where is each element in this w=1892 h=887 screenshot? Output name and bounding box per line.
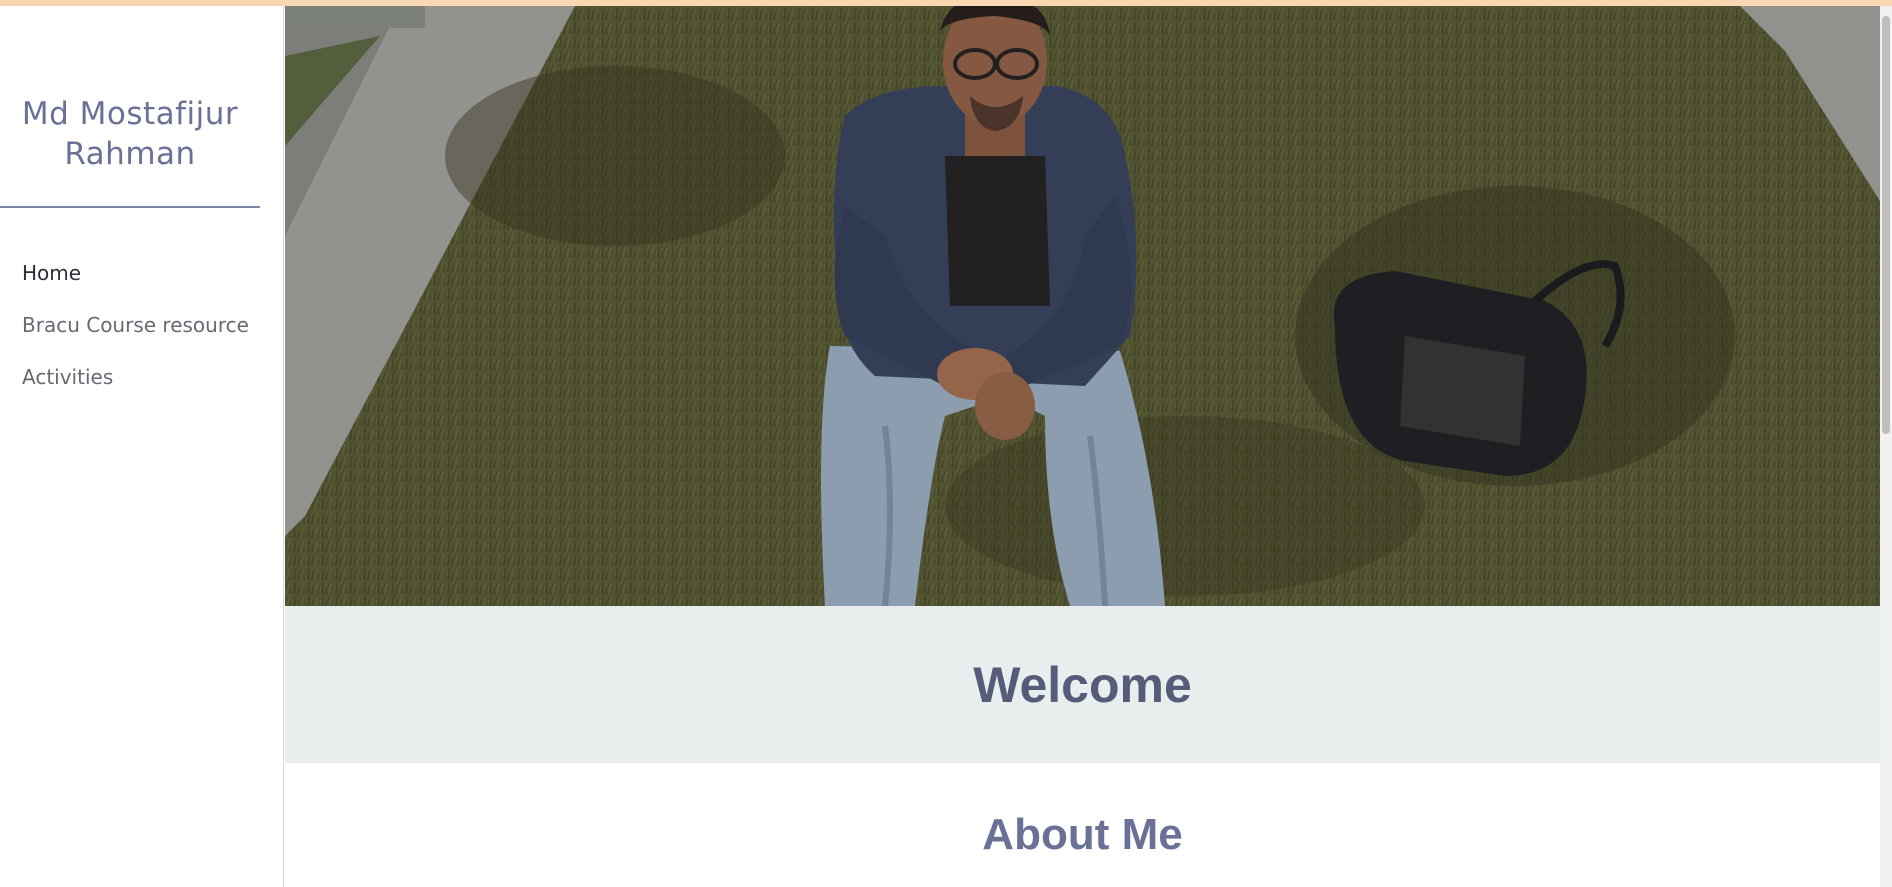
nav-item-home[interactable]: Home <box>22 258 249 310</box>
about-me-heading: About Me <box>982 810 1183 859</box>
nav-item-activities[interactable]: Activities <box>22 362 249 414</box>
scrollbar-thumb[interactable] <box>1882 16 1890 434</box>
page-scrollbar[interactable] <box>1880 6 1892 887</box>
sidebar-nav: Home Bracu Course resource Activities <box>22 258 249 414</box>
nav-item-bracu-course-resource[interactable]: Bracu Course resource <box>22 310 249 362</box>
hero-image <box>285 6 1880 606</box>
site-title: Md Mostafijur Rahman <box>21 96 239 172</box>
hero-photo-illustration <box>285 6 1880 606</box>
main-content: Welcome About Me <box>285 6 1880 887</box>
sidebar: Md Mostafijur Rahman Home Bracu Course r… <box>0 6 284 887</box>
title-divider <box>0 206 260 208</box>
welcome-section: Welcome <box>285 606 1880 763</box>
welcome-heading: Welcome <box>973 656 1192 713</box>
